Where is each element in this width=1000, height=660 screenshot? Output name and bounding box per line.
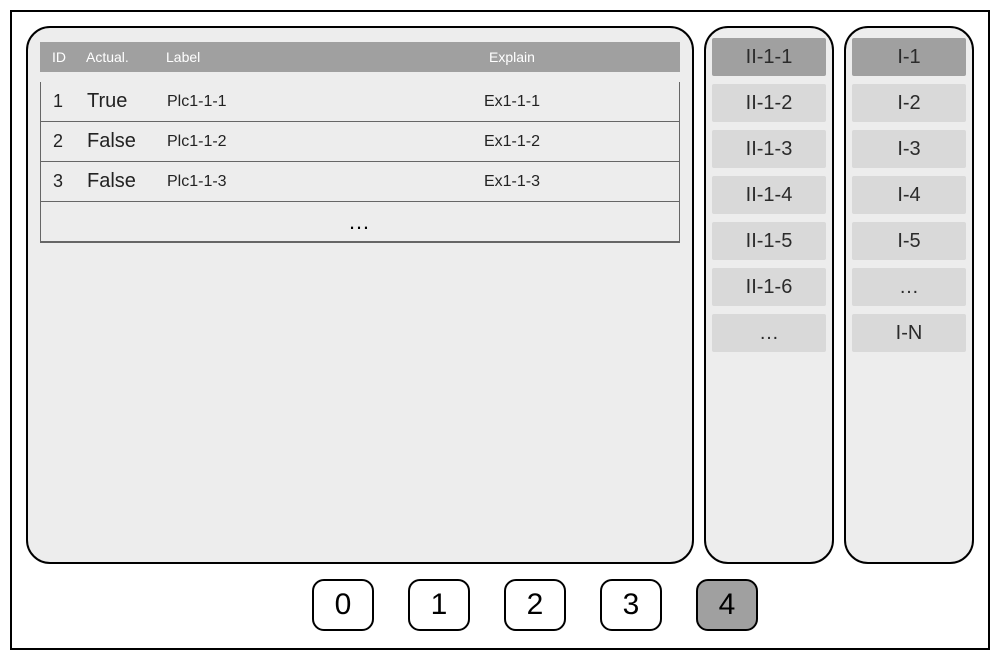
table-row[interactable]: 1 True Plc1-1-1 Ex1-1-1 <box>41 82 679 122</box>
side-ii-item[interactable]: II-1-5 <box>712 222 826 260</box>
side-ii-item[interactable]: II-1-3 <box>712 130 826 168</box>
side-ii-item[interactable]: II-1-6 <box>712 268 826 306</box>
side-i-item[interactable]: I-3 <box>852 130 966 168</box>
bottom-button-row: 0 1 2 3 4 <box>96 564 974 634</box>
cell-id: 2 <box>53 131 87 152</box>
cell-label: Plc1-1-2 <box>167 133 357 151</box>
main-panel: ID Actual. Label Explain 1 True Plc1-1-1… <box>26 26 694 564</box>
side-i-item[interactable]: I-4 <box>852 176 966 214</box>
app-outer-frame: ID Actual. Label Explain 1 True Plc1-1-1… <box>10 10 990 650</box>
side-i-item[interactable]: I-5 <box>852 222 966 260</box>
side-ii-item[interactable]: II-1-1 <box>712 38 826 76</box>
side-ii-item[interactable]: II-1-4 <box>712 176 826 214</box>
ellipsis-text: … <box>348 209 372 235</box>
cell-actual: False <box>87 170 167 193</box>
cell-actual: False <box>87 130 167 153</box>
num-button-0[interactable]: 0 <box>312 579 374 631</box>
table-row-ellipsis: … <box>41 202 679 242</box>
table-row[interactable]: 3 False Plc1-1-3 Ex1-1-3 <box>41 162 679 202</box>
side-panel-i: I-1 I-2 I-3 I-4 I-5 … I-N <box>844 26 974 564</box>
cell-id: 3 <box>53 171 87 192</box>
cell-id: 1 <box>53 91 87 112</box>
col-header-label: Label <box>166 49 356 65</box>
cell-explain: Ex1-1-1 <box>357 93 667 111</box>
cell-actual: True <box>87 90 167 113</box>
num-button-3[interactable]: 3 <box>600 579 662 631</box>
cell-label: Plc1-1-3 <box>167 173 357 191</box>
num-button-4[interactable]: 4 <box>696 579 758 631</box>
table-header-row: ID Actual. Label Explain <box>40 42 680 72</box>
side-i-item[interactable]: I-N <box>852 314 966 352</box>
col-header-actual: Actual. <box>86 49 166 65</box>
side-i-item[interactable]: … <box>852 268 966 306</box>
col-header-id: ID <box>52 49 86 65</box>
cell-label: Plc1-1-1 <box>167 93 357 111</box>
top-row: ID Actual. Label Explain 1 True Plc1-1-1… <box>26 26 974 564</box>
cell-explain: Ex1-1-2 <box>357 133 667 151</box>
side-i-item[interactable]: I-1 <box>852 38 966 76</box>
side-ii-item[interactable]: II-1-2 <box>712 84 826 122</box>
side-ii-item[interactable]: … <box>712 314 826 352</box>
table-row[interactable]: 2 False Plc1-1-2 Ex1-1-2 <box>41 122 679 162</box>
side-i-item[interactable]: I-2 <box>852 84 966 122</box>
cell-explain: Ex1-1-3 <box>357 173 667 191</box>
num-button-2[interactable]: 2 <box>504 579 566 631</box>
col-header-explain: Explain <box>356 49 668 65</box>
table-body: 1 True Plc1-1-1 Ex1-1-1 2 False Plc1-1-2… <box>40 82 680 243</box>
side-panel-ii: II-1-1 II-1-2 II-1-3 II-1-4 II-1-5 II-1-… <box>704 26 834 564</box>
num-button-1[interactable]: 1 <box>408 579 470 631</box>
